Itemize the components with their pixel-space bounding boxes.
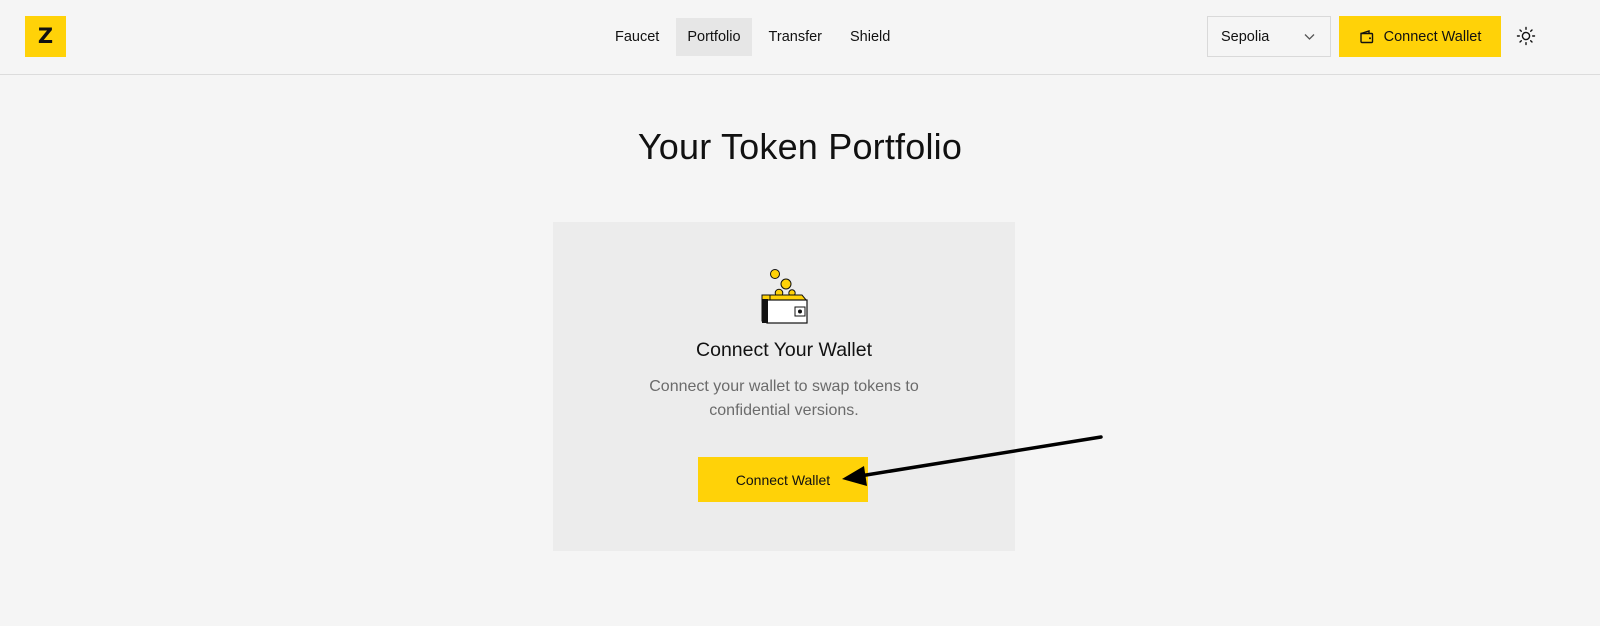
connect-wallet-header-button[interactable]: Connect Wallet — [1339, 16, 1501, 57]
nav-item-label: Transfer — [768, 29, 822, 45]
connect-wallet-card: Connect Your Wallet Connect your wallet … — [553, 222, 1015, 551]
top-navbar: Z Faucet Portfolio Transfer Shield Sepol… — [0, 0, 1600, 75]
connect-wallet-button[interactable]: Connect Wallet — [698, 457, 868, 502]
main-nav: Faucet Portfolio Transfer Shield — [604, 18, 901, 56]
network-selected-value: Sepolia — [1221, 28, 1270, 45]
logo-glyph: Z — [37, 24, 54, 48]
connect-wallet-header-label: Connect Wallet — [1383, 28, 1482, 45]
nav-item-faucet[interactable]: Faucet — [604, 18, 670, 56]
network-select[interactable]: Sepolia — [1207, 16, 1331, 57]
nav-item-shield[interactable]: Shield — [839, 18, 901, 56]
card-description: Connect your wallet to swap tokens to co… — [649, 378, 919, 419]
sun-icon[interactable] — [1515, 25, 1537, 47]
nav-item-label: Shield — [850, 29, 891, 45]
wallet-icon — [1359, 29, 1373, 43]
nav-item-transfer[interactable]: Transfer — [758, 18, 833, 56]
card-title: Connect Your Wallet — [696, 339, 872, 361]
page-title: Your Token Portfolio — [637, 126, 963, 167]
nav-item-label: Portfolio — [687, 29, 741, 45]
brand-logo[interactable]: Z — [25, 16, 66, 57]
chevron-down-icon — [1304, 34, 1315, 40]
nav-item-label: Faucet — [615, 29, 660, 45]
nav-item-portfolio[interactable]: Portfolio — [676, 18, 752, 56]
wallet-coins-icon — [761, 269, 808, 324]
